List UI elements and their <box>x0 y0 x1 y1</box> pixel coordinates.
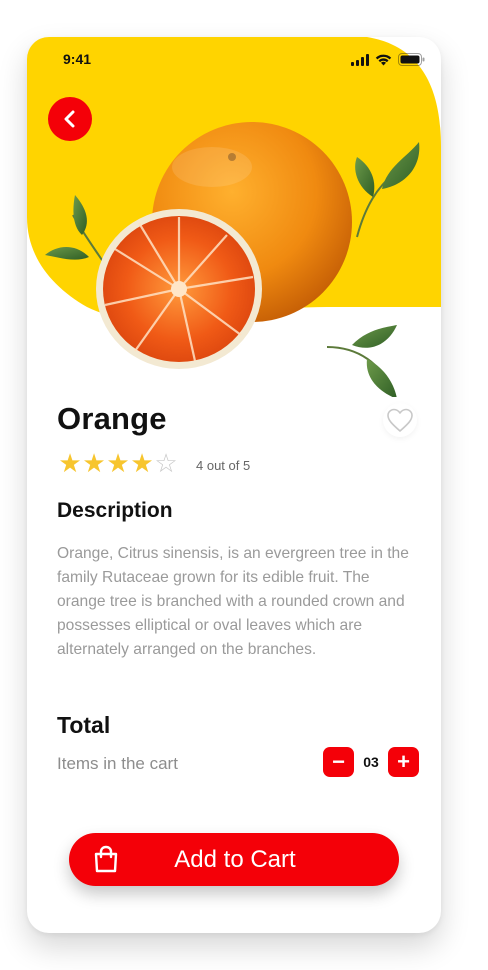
battery-icon <box>398 53 425 66</box>
items-in-cart-label: Items in the cart <box>57 754 178 773</box>
rating-stars: ★ ★ ★ ★ ☆ <box>58 449 178 477</box>
signal-icon <box>351 53 369 66</box>
add-to-cart-label: Add to Cart <box>174 845 296 873</box>
star-empty-icon: ☆ <box>154 448 178 478</box>
heart-icon <box>387 408 413 432</box>
status-time: 9:41 <box>63 51 92 67</box>
status-icons <box>351 53 425 66</box>
decrement-button[interactable]: − <box>323 747 354 777</box>
rating-row: ★ ★ ★ ★ ☆ 4 out of 5 <box>58 449 250 477</box>
favorite-button[interactable] <box>383 403 417 437</box>
star-filled-icon: ★ <box>130 448 154 478</box>
phone-frame: 9:41 Orange ★ ★ ★ ★ ☆ 4 out of 5 Descrip… <box>27 37 441 933</box>
status-bar: 9:41 <box>27 37 441 81</box>
total-title: Total <box>57 712 111 738</box>
wifi-icon <box>375 54 392 65</box>
quantity-value: 03 <box>363 754 379 770</box>
product-image <box>45 122 420 397</box>
rating-text: 4 out of 5 <box>196 457 251 473</box>
star-filled-icon: ★ <box>106 448 130 478</box>
increment-button[interactable]: + <box>388 747 419 777</box>
product-title: Orange <box>57 401 167 436</box>
add-to-cart-button[interactable]: Add to Cart <box>69 833 399 886</box>
star-filled-icon: ★ <box>82 448 106 478</box>
description-text: Orange, Citrus sinensis, is an evergreen… <box>57 545 409 658</box>
description-title: Description <box>57 499 173 522</box>
quantity-stepper: − 03 + <box>323 747 419 777</box>
star-filled-icon: ★ <box>58 448 82 478</box>
